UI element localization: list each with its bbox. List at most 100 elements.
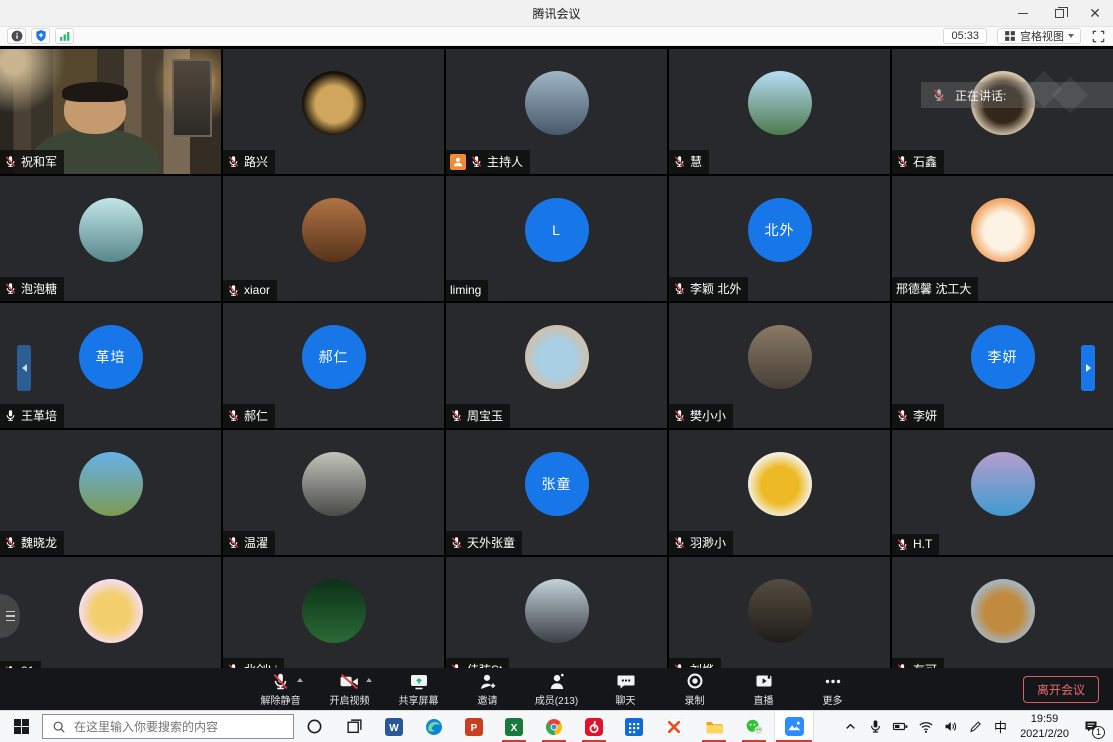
restore-button[interactable] [1041,0,1077,26]
taskbar-clock[interactable]: 19:59 2021/2/20 [1013,712,1076,741]
avatar: L [525,198,589,262]
task-view-button[interactable] [334,711,374,742]
footer-button-start-video[interactable]: 开启视频 [328,671,372,707]
mic-muted-icon [673,282,686,295]
avatar [79,198,143,262]
info-icon[interactable] [7,28,26,44]
participant-name: 郝仁 [244,407,268,424]
participant-tile[interactable]: 81 [0,557,221,668]
next-page-button[interactable] [1081,345,1095,391]
participant-name: 佳弦St [467,661,502,668]
avatar [525,325,589,389]
chevron-up-icon[interactable] [297,678,303,682]
participant-name: 主持人 [487,153,523,170]
participant-label: 温濯 [223,531,275,555]
participant-tile[interactable]: 北外李颖 北外 [669,176,890,301]
taskbar-app-file-explorer[interactable] [694,711,734,742]
taskbar-app-wechat[interactable] [734,711,774,742]
footer-button-members[interactable]: 成员(213) [535,671,579,707]
participant-tile[interactable]: 革培王革培 [0,303,221,428]
participant-tile[interactable]: 魏晓龙 [0,430,221,555]
leave-meeting-button[interactable]: 离开会议 [1023,676,1099,703]
avatar [971,198,1035,262]
taskbar-app-xmind[interactable] [654,711,694,742]
fullscreen-button[interactable] [1091,29,1106,44]
minimize-button[interactable] [1005,0,1041,26]
start-button[interactable] [0,711,42,742]
shield-icon[interactable] [31,28,50,44]
participant-tile[interactable]: 邢德馨 沈工大 [892,176,1113,301]
close-button[interactable]: ✕ [1077,0,1113,26]
battery-icon[interactable] [888,711,913,742]
footer-button-more[interactable]: 更多 [811,671,855,707]
participant-tile[interactable]: 祝和军 [0,49,221,174]
windows-taskbar: W PX 中 19:59 2021/2/20 1 [0,710,1113,742]
cortana-button[interactable] [294,711,334,742]
search-input[interactable] [74,720,284,734]
taskbar-app-word[interactable]: W [374,711,414,742]
speaking-label: 正在讲话: [955,87,1006,104]
chevron-up-icon[interactable] [366,678,372,682]
participant-name: 北创Li [244,661,277,668]
participant-label: H.T [892,534,939,555]
participant-label: 81 [0,661,41,668]
footer-button-label: 更多 [823,692,843,707]
participant-tile[interactable]: 慧 [669,49,890,174]
footer-button-unmute[interactable]: 解除静音 [259,671,303,707]
taskbar-app-netease-music[interactable] [574,711,614,742]
participant-tile[interactable]: 周宝玉 [446,303,667,428]
signal-icon[interactable] [55,28,74,44]
taskbar-search[interactable] [42,714,294,739]
participant-tile[interactable]: 温濯 [223,430,444,555]
microphone-icon[interactable] [863,711,888,742]
participant-tile[interactable]: 路兴 [223,49,444,174]
participant-tile[interactable]: 李妍李妍 [892,303,1113,428]
wifi-icon[interactable] [913,711,938,742]
avatar: 张童 [525,452,589,516]
taskbar-app-excel[interactable]: X [494,711,534,742]
taskbar-app-edge[interactable] [414,711,454,742]
participant-tile[interactable]: 北创Li [223,557,444,668]
participant-tile[interactable]: 主持人 [446,49,667,174]
chrome-icon [545,718,563,736]
ime-indicator[interactable]: 中 [988,711,1013,742]
footer-button-chat[interactable]: 聊天 [604,671,648,707]
prev-page-button[interactable] [17,345,31,391]
participant-tile[interactable]: 有可 [892,557,1113,668]
action-center-button[interactable]: 1 [1076,711,1106,742]
footer-button-share-screen[interactable]: 共享屏幕 [397,671,441,707]
footer-button-live[interactable]: 直播 [742,671,786,707]
participant-label: 泡泡糖 [0,277,64,301]
grid-view-icon [1004,30,1016,42]
participant-tile[interactable]: 羽渺小 [669,430,890,555]
participant-tile[interactable]: 佳弦St [446,557,667,668]
participant-tile[interactable]: 泡泡糖 [0,176,221,301]
participant-tile[interactable]: 石鑫 [892,49,1113,174]
footer-button-invite[interactable]: 邀请 [466,671,510,707]
footer-button-record[interactable]: 录制 [673,671,717,707]
chevron-up-icon[interactable] [838,711,863,742]
participant-label: 李妍 [892,404,944,428]
volume-icon[interactable] [938,711,963,742]
participant-name: 石鑫 [913,153,937,170]
meeting-timer: 05:33 [943,28,987,44]
pen-icon[interactable] [963,711,988,742]
clock-date: 2021/2/20 [1020,727,1069,741]
taskbar-app-tencent-meeting[interactable] [774,711,814,742]
participant-tile[interactable]: 郝仁郝仁 [223,303,444,428]
participant-tile[interactable]: 张童天外张童 [446,430,667,555]
participant-tile[interactable]: 刘烨 [669,557,890,668]
participant-tile[interactable]: Lliming [446,176,667,301]
avatar: 郝仁 [302,325,366,389]
view-mode-dropdown[interactable]: 宫格视图 [997,28,1081,44]
participant-tile[interactable]: xiaor [223,176,444,301]
participant-tile[interactable]: 樊小小 [669,303,890,428]
taskbar-app-calendar[interactable] [614,711,654,742]
avatar: 李妍 [971,325,1035,389]
taskbar-app-powerpoint[interactable]: P [454,711,494,742]
taskbar-app-chrome[interactable] [534,711,574,742]
more-icon [823,671,843,691]
avatar: 革培 [79,325,143,389]
excel-icon: X [505,718,523,736]
participant-tile[interactable]: H.T [892,430,1113,555]
